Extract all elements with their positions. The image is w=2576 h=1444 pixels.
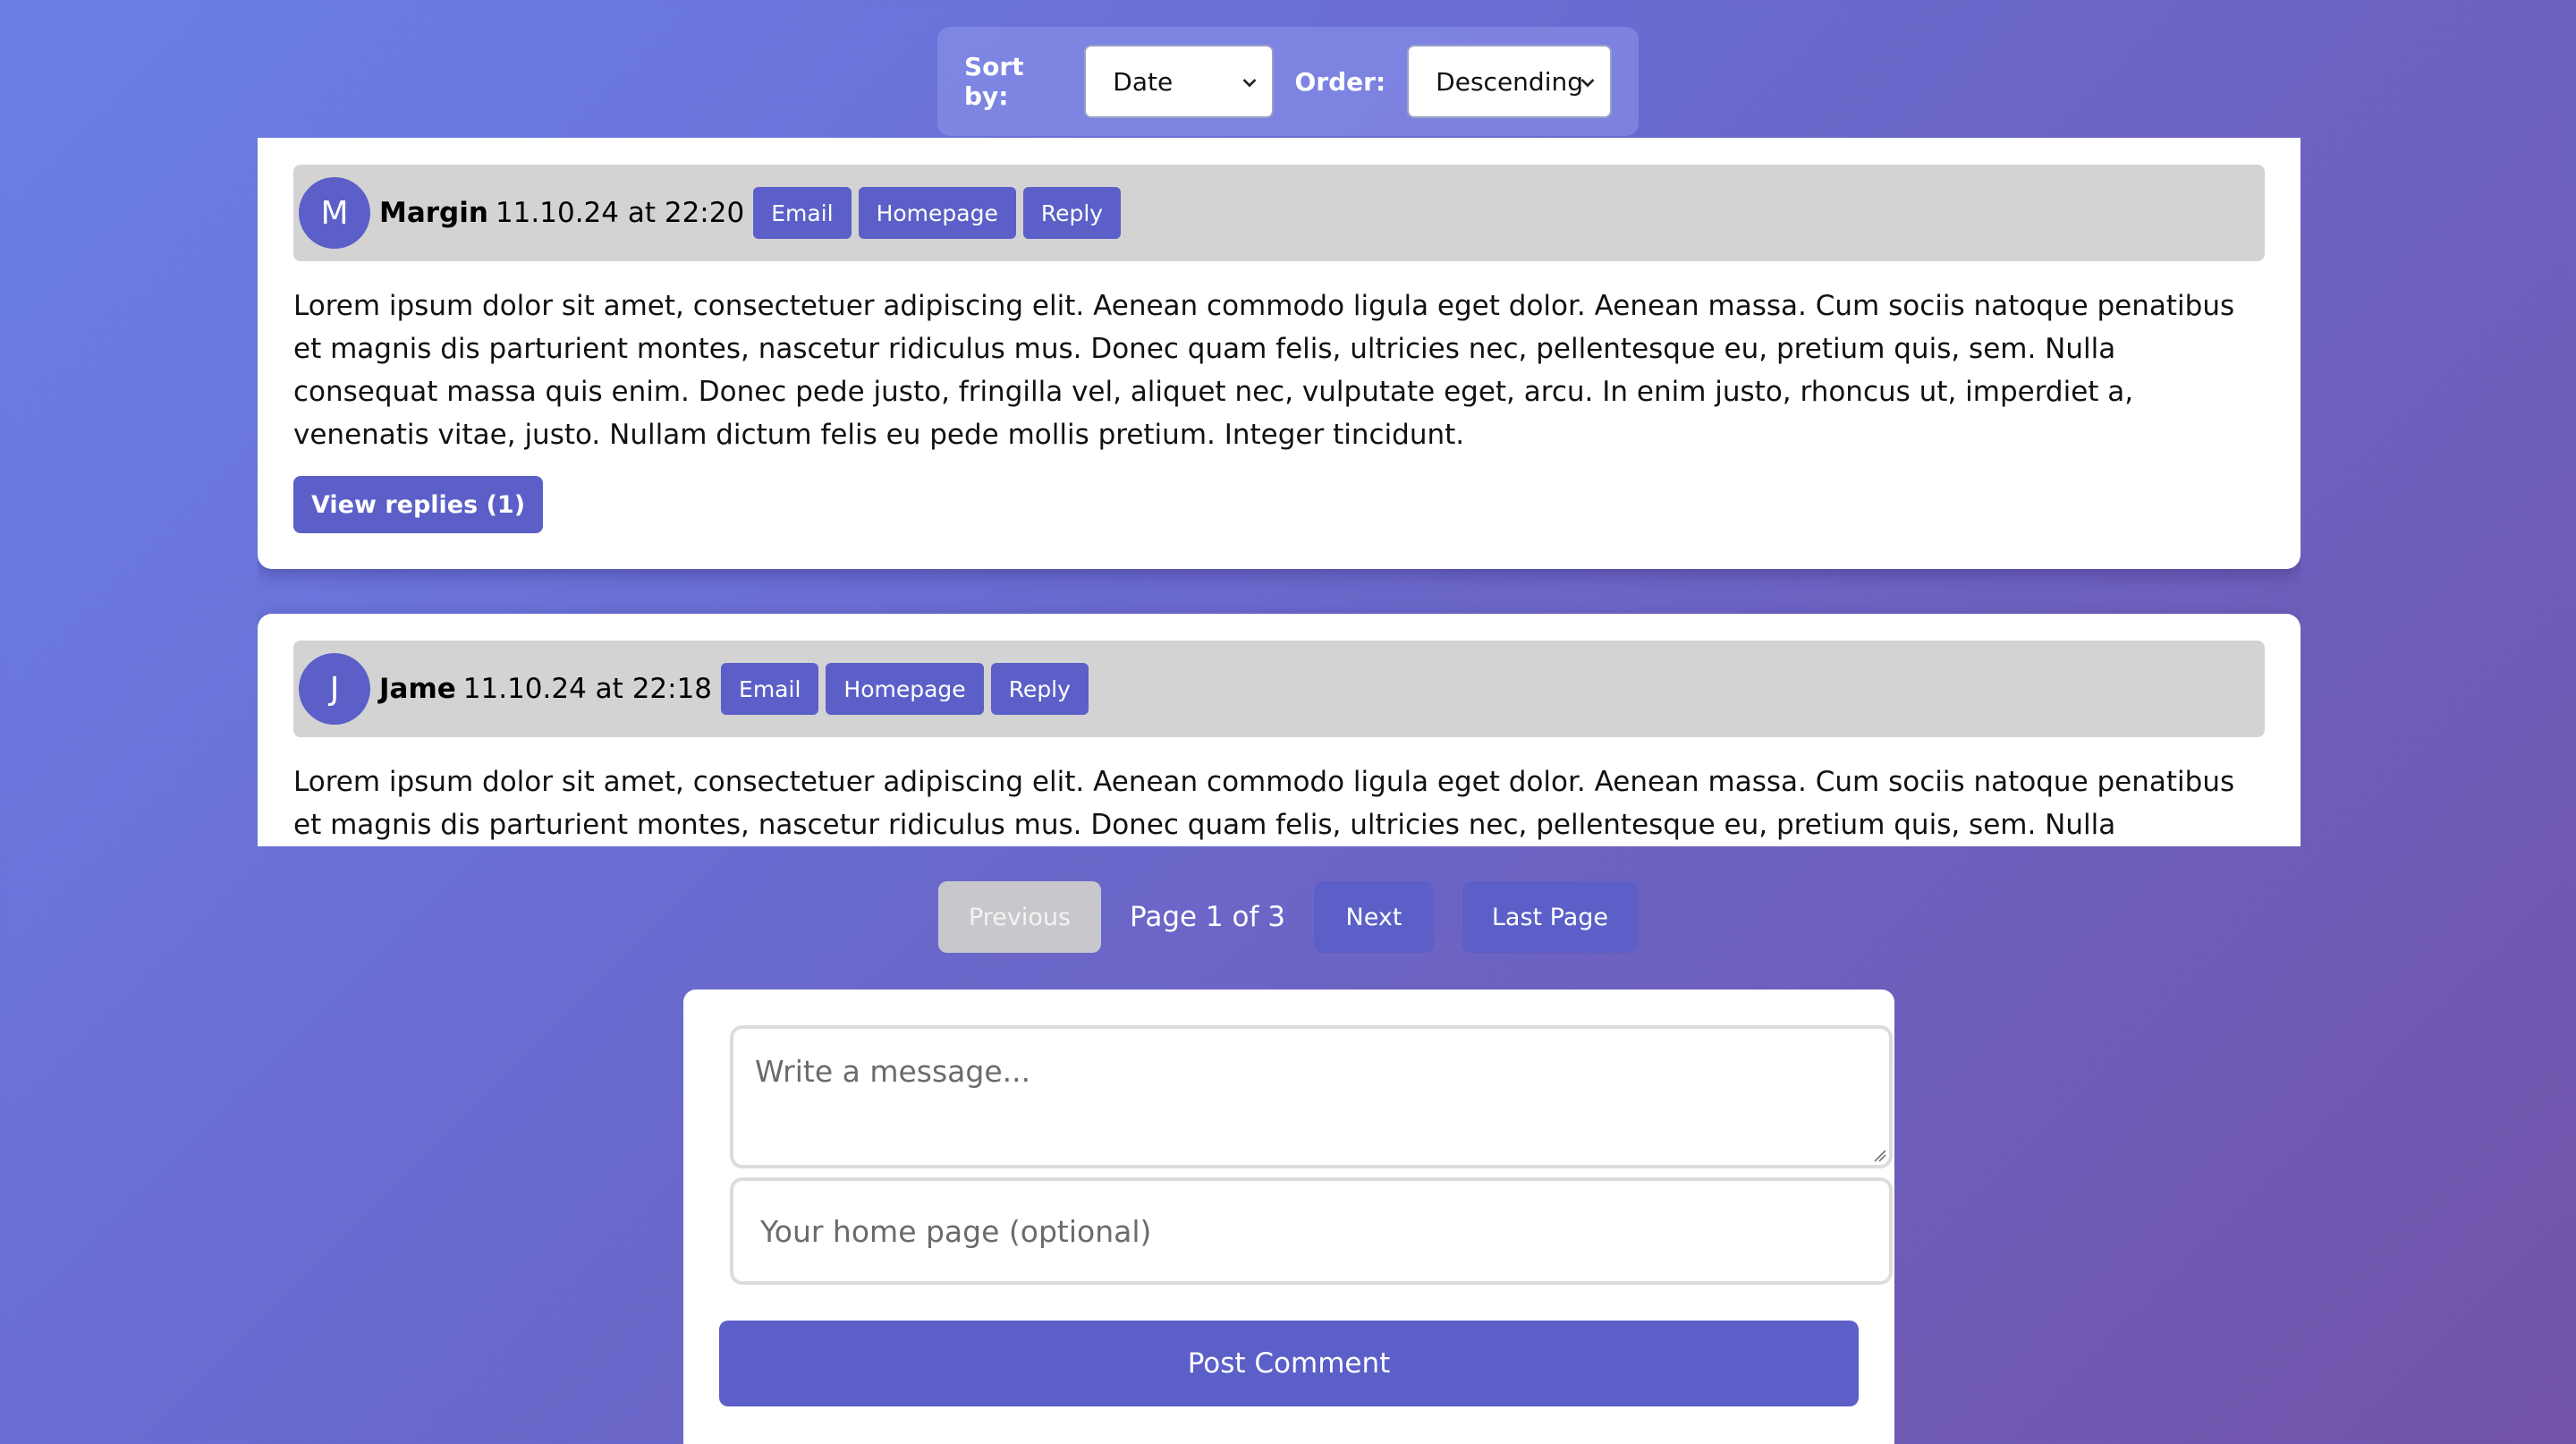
avatar: J	[299, 653, 370, 725]
next-button[interactable]: Next	[1313, 881, 1434, 953]
comments-list[interactable]: M Margin 11.10.24 at 22:20 Email Homepag…	[258, 138, 2301, 846]
reply-button[interactable]: Reply	[990, 663, 1089, 715]
homepage-placeholder: Your home page (optional)	[760, 1213, 1152, 1249]
post-comment-button[interactable]: Post Comment	[719, 1321, 1859, 1406]
comment-form: Write a message... Your home page (optio…	[683, 990, 1894, 1444]
comment-header: M Margin 11.10.24 at 22:20 Email Homepag…	[293, 165, 2265, 261]
last-page-button[interactable]: Last Page	[1462, 881, 1638, 953]
comment-card: J Jame 11.10.24 at 22:18 Email Homepage …	[258, 614, 2301, 846]
homepage-button[interactable]: Homepage	[858, 187, 1016, 239]
sort-by-value: Date	[1113, 66, 1174, 97]
view-replies-button[interactable]: View replies (1)	[293, 476, 544, 533]
order-value: Descending	[1436, 66, 1583, 97]
comment-date: 11.10.24 at 22:18	[462, 673, 713, 705]
resize-handle-icon[interactable]	[1871, 1147, 1887, 1163]
sort-by-label: Sort by:	[964, 52, 1024, 111]
email-button[interactable]: Email	[753, 187, 852, 239]
order-select[interactable]: Descending	[1407, 45, 1612, 118]
order-label: Order:	[1294, 66, 1386, 97]
page-info: Page 1 of 3	[1130, 901, 1285, 933]
sort-bar: Sort by: Date Order: Descending	[937, 27, 1639, 136]
comment-author: Margin	[379, 197, 488, 229]
message-textarea[interactable]: Write a message...	[730, 1025, 1893, 1168]
pagination: Previous Page 1 of 3 Next Last Page	[0, 880, 2576, 954]
comment-date: 11.10.24 at 22:20	[495, 197, 745, 229]
message-placeholder: Write a message...	[755, 1054, 1031, 1089]
previous-button[interactable]: Previous	[938, 881, 1102, 953]
comment-card: M Margin 11.10.24 at 22:20 Email Homepag…	[258, 138, 2301, 569]
chevron-down-icon	[1242, 79, 1256, 88]
email-button[interactable]: Email	[721, 663, 819, 715]
comment-author: Jame	[379, 673, 456, 705]
comment-text: Lorem ipsum dolor sit amet, consectetuer…	[293, 290, 2235, 451]
homepage-input[interactable]: Your home page (optional)	[730, 1177, 1893, 1285]
homepage-button[interactable]: Homepage	[826, 663, 984, 715]
reply-button[interactable]: Reply	[1022, 187, 1122, 239]
chevron-down-icon	[1580, 79, 1595, 88]
sort-by-select[interactable]: Date	[1084, 45, 1274, 118]
avatar: M	[299, 177, 370, 249]
comment-text: Lorem ipsum dolor sit amet, consectetuer…	[293, 766, 2235, 841]
comment-header: J Jame 11.10.24 at 22:18 Email Homepage …	[293, 641, 2265, 737]
